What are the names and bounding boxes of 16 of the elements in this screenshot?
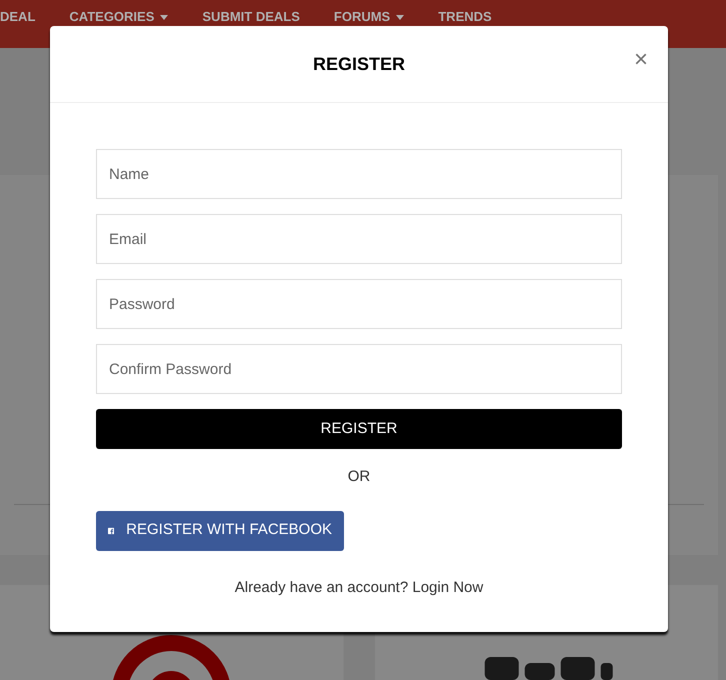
- facebook-register-button[interactable]: REGISTER WITH FACEBOOK: [96, 510, 344, 550]
- register-button[interactable]: REGISTER: [96, 409, 622, 449]
- nav-link[interactable]: DEAL: [0, 10, 36, 24]
- input-field[interactable]: Confirm Password: [96, 344, 622, 394]
- account-prompt: Already have an account?: [234, 578, 408, 596]
- login-link[interactable]: Login Now: [412, 578, 484, 596]
- input-field[interactable]: Password: [96, 279, 622, 329]
- nav-link[interactable]: TRENDS: [438, 10, 492, 24]
- close-button[interactable]: ×: [634, 48, 648, 72]
- dialog-title: REGISTER: [312, 52, 405, 76]
- nav-link[interactable]: CATEGORIES: [69, 10, 168, 24]
- or-divider: OR: [348, 467, 370, 487]
- nav-link[interactable]: SUBMIT DEALS: [202, 10, 300, 24]
- nav-link[interactable]: FORUMS: [334, 10, 404, 24]
- input-field[interactable]: Name: [96, 149, 622, 199]
- input-field[interactable]: Email: [96, 214, 622, 264]
